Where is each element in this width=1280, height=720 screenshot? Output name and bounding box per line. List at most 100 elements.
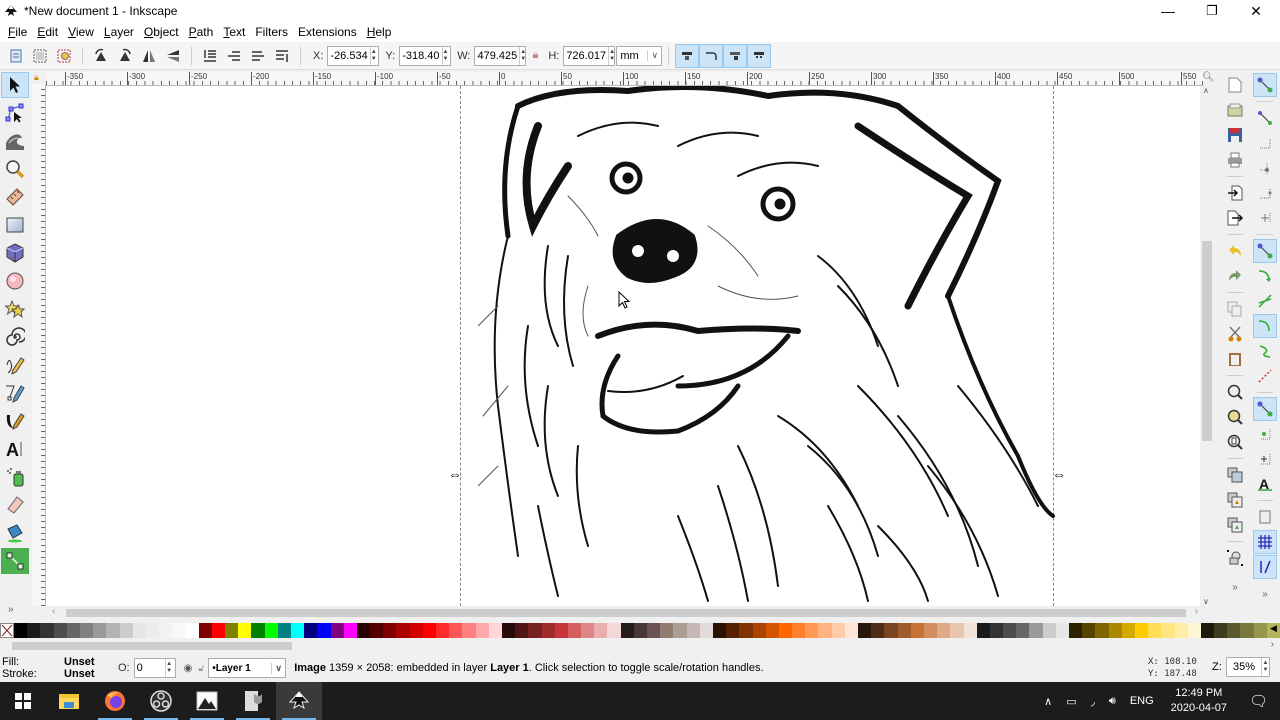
snap-object-centers-button[interactable] xyxy=(1253,422,1277,446)
color-swatch[interactable] xyxy=(647,623,661,638)
duplicate-button[interactable] xyxy=(1223,463,1247,487)
new-document-button[interactable] xyxy=(1223,73,1247,97)
color-swatch[interactable] xyxy=(805,623,819,638)
transform-patterns-toggle[interactable] xyxy=(747,43,772,68)
rotate-ccw-button[interactable] xyxy=(90,45,112,67)
zoom-input[interactable]: 35% ▲ ▼ xyxy=(1226,657,1270,677)
spiral-tool[interactable] xyxy=(1,324,29,350)
star-tool[interactable] xyxy=(1,296,29,322)
spray-tool[interactable] xyxy=(1,464,29,490)
color-swatch[interactable] xyxy=(1082,623,1096,638)
close-button[interactable]: ✕ xyxy=(1234,0,1278,22)
color-swatch[interactable] xyxy=(950,623,964,638)
flip-vertical-button[interactable] xyxy=(162,45,184,67)
snap-bbox-midpoints-button[interactable] xyxy=(1253,181,1277,205)
color-swatch[interactable] xyxy=(475,623,489,638)
color-swatch[interactable] xyxy=(541,623,555,638)
battery-icon[interactable]: ▭ xyxy=(1066,695,1076,708)
layer-lock-icon[interactable]: 🔓︎ xyxy=(198,663,204,674)
raise-to-top-button[interactable] xyxy=(271,45,293,67)
color-swatch[interactable] xyxy=(66,623,80,638)
paint-bucket-tool[interactable] xyxy=(1,520,29,546)
selector-tool[interactable] xyxy=(1,72,29,98)
zoom-page-button[interactable] xyxy=(1223,430,1247,454)
color-swatch[interactable] xyxy=(225,623,239,638)
unit-select[interactable]: mm ∨ xyxy=(616,45,663,66)
menu-view[interactable]: View xyxy=(68,25,94,39)
snap-rotation-centers-button[interactable] xyxy=(1253,447,1277,471)
color-swatch[interactable] xyxy=(422,623,436,638)
vertical-scrollbar[interactable]: ∧ ∨ xyxy=(1200,86,1214,606)
menu-extensions[interactable]: Extensions xyxy=(298,25,357,39)
color-swatch[interactable] xyxy=(910,623,924,638)
menu-edit[interactable]: Edit xyxy=(37,25,58,39)
snap-bbox-button[interactable] xyxy=(1253,106,1277,130)
lower-to-bottom-button[interactable] xyxy=(199,45,221,67)
color-swatch[interactable] xyxy=(686,623,700,638)
x-input[interactable]: -26.534 ▲ ▼ xyxy=(327,45,380,66)
color-swatch[interactable] xyxy=(277,623,291,638)
unlink-clone-button[interactable] xyxy=(1223,513,1247,537)
layer-visibility-icon[interactable]: ◉ xyxy=(184,663,193,674)
layer-select[interactable]: •Layer 1 ∨ xyxy=(208,658,287,678)
zoom-spinner[interactable]: ▲ ▼ xyxy=(1261,658,1269,676)
3d-box-tool[interactable] xyxy=(1,240,29,266)
save-button[interactable] xyxy=(1223,123,1247,147)
y-input[interactable]: -318.40 ▲ ▼ xyxy=(399,45,452,66)
import-button[interactable] xyxy=(1223,181,1247,205)
color-swatch[interactable] xyxy=(40,623,54,638)
horizontal-scrollbar[interactable]: ‹ › xyxy=(46,606,1214,620)
menu-layer[interactable]: Layer xyxy=(104,25,134,39)
clock[interactable]: 12:49 PM 2020-04-07 xyxy=(1171,686,1227,716)
color-swatch[interactable] xyxy=(145,623,160,638)
wifi-icon[interactable]: ◞ xyxy=(1091,695,1095,708)
rotate-cw-button[interactable] xyxy=(114,45,136,67)
paste-button[interactable] xyxy=(1223,347,1247,371)
snap-toggle[interactable] xyxy=(1253,73,1277,97)
input-language[interactable]: ENG xyxy=(1130,695,1154,707)
color-swatch[interactable] xyxy=(765,623,779,638)
print-button[interactable] xyxy=(1223,148,1247,172)
horizontal-scroll-thumb[interactable] xyxy=(66,609,1186,617)
menu-text[interactable]: Text xyxy=(223,25,245,39)
redo-button[interactable] xyxy=(1223,264,1247,288)
snap-others-toggle[interactable] xyxy=(1253,397,1277,421)
color-swatch[interactable] xyxy=(383,623,397,638)
color-swatch[interactable] xyxy=(501,623,516,638)
color-swatch[interactable] xyxy=(488,623,502,638)
taskbar-inkscape[interactable] xyxy=(276,682,322,720)
color-swatch[interactable] xyxy=(211,623,225,638)
color-swatch[interactable] xyxy=(159,623,173,638)
color-swatch[interactable] xyxy=(172,623,186,638)
scale-handle-left[interactable]: ⇔ xyxy=(448,466,462,482)
color-swatch[interactable] xyxy=(1214,623,1228,638)
snap-page-border-button[interactable] xyxy=(1253,505,1277,529)
taskbar-obs[interactable] xyxy=(138,682,184,720)
text-tool[interactable]: A xyxy=(1,436,29,462)
raise-button[interactable] xyxy=(247,45,269,67)
select-all-button[interactable] xyxy=(5,45,27,67)
clone-button[interactable] xyxy=(1223,488,1247,512)
guide-lock-icon[interactable]: 🔒︎ xyxy=(34,72,46,84)
color-swatch[interactable] xyxy=(792,623,806,638)
color-swatch[interactable] xyxy=(739,623,753,638)
color-swatch[interactable] xyxy=(1161,623,1175,638)
palette-menu-icon[interactable]: ◀ xyxy=(1270,623,1277,634)
snap-intersections-button[interactable] xyxy=(1253,289,1277,313)
color-swatch[interactable] xyxy=(633,623,647,638)
color-swatch[interactable] xyxy=(778,623,793,638)
no-paint-swatch[interactable] xyxy=(0,623,14,638)
snap-bbox-corners-button[interactable] xyxy=(1253,156,1277,180)
rectangle-tool[interactable] xyxy=(1,212,29,238)
color-swatch[interactable] xyxy=(198,623,212,638)
color-swatch[interactable] xyxy=(251,623,265,638)
eraser-tool[interactable] xyxy=(1,492,29,518)
color-swatch[interactable] xyxy=(330,623,344,638)
drawing-canvas[interactable]: ⇔ ⇔ xyxy=(46,86,1200,606)
width-input[interactable]: 479.425 ▲ ▼ xyxy=(474,45,527,66)
snap-guides-toggle[interactable] xyxy=(1253,555,1277,579)
color-swatch[interactable] xyxy=(673,623,687,638)
show-hidden-icons-button[interactable]: ∧ xyxy=(1044,695,1052,708)
pencil-tool[interactable] xyxy=(1,352,29,378)
menu-help[interactable]: Help xyxy=(367,25,392,39)
